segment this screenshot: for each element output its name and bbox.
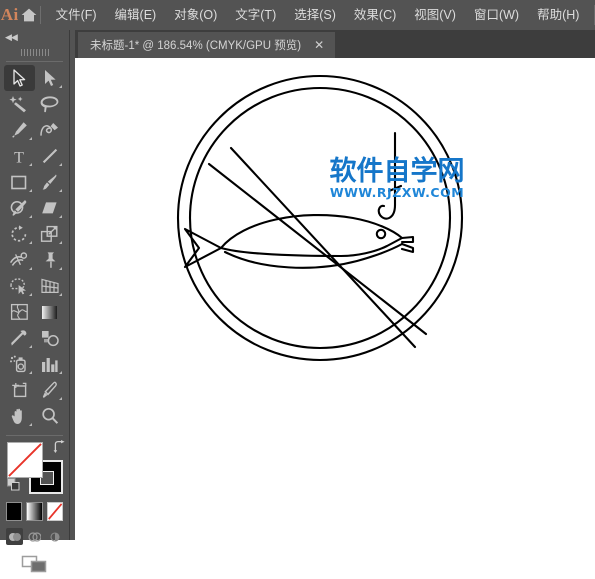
type-tool[interactable]: T (4, 143, 35, 169)
free-transform-tool[interactable] (35, 247, 66, 273)
rotate-tool[interactable] (4, 221, 35, 247)
screen-mode-row (6, 554, 63, 579)
collapse-panel-icon[interactable]: ◀◀ (5, 32, 18, 42)
tool-grid: T (0, 65, 69, 429)
gradient-tool[interactable] (35, 299, 66, 325)
gradient-mode-button[interactable] (26, 502, 43, 521)
pen-tool[interactable] (4, 117, 35, 143)
fill-stroke-stack (6, 440, 65, 496)
tool-options-corner (28, 241, 32, 244)
curvature-tool[interactable] (35, 117, 66, 143)
fill-swatch[interactable] (6, 442, 43, 478)
none-slash-icon (47, 503, 62, 520)
svg-text:T: T (14, 149, 24, 165)
panel-drag-handle[interactable] (0, 44, 69, 60)
tool-options-corner (59, 215, 62, 218)
direct-selection-tool[interactable] (35, 65, 66, 91)
tool-options-corner (28, 371, 32, 374)
width-tool[interactable] (4, 247, 35, 273)
illustrator-window: Ai 文件(F) 编辑(E) 对象(O) 文字(T) 选择(S) 效果(C) 视… (0, 0, 595, 573)
blend-tool[interactable] (35, 325, 66, 351)
artboard-canvas[interactable]: 软件自学网 WWW.RJZXW.COM (75, 58, 595, 540)
scale-tool[interactable] (35, 221, 66, 247)
tools-panel-header: ◀◀ (0, 30, 69, 44)
menu-item-list: 文件(F) 编辑(E) 对象(O) 文字(T) 选择(S) 效果(C) 视图(V… (47, 0, 589, 30)
lasso-tool[interactable] (35, 91, 66, 117)
tool-options-corner (28, 293, 32, 296)
menu-separator (39, 6, 41, 24)
menu-item-effect[interactable]: 效果(C) (345, 0, 405, 30)
tool-options-corner (28, 215, 32, 218)
no-fishing-artwork (176, 74, 464, 362)
line-segment-tool[interactable] (35, 143, 66, 169)
shaper-tool[interactable] (4, 195, 35, 221)
tool-options-corner (59, 241, 62, 244)
document-tab-label: 未标题-1* @ 186.54% (CMYK/GPU 预览) (90, 40, 302, 52)
tools-panel: ◀◀ T (0, 30, 70, 573)
tool-options-corner (28, 137, 32, 140)
tool-options-corner (59, 189, 62, 192)
eraser-tool[interactable] (35, 195, 66, 221)
panel-divider (6, 61, 63, 62)
menu-bar: Ai 文件(F) 编辑(E) 对象(O) 文字(T) 选择(S) 效果(C) 视… (0, 0, 595, 30)
tool-options-corner (28, 267, 32, 270)
mesh-tool[interactable] (4, 299, 35, 325)
magic-wand-tool[interactable] (4, 91, 35, 117)
none-mode-button[interactable] (46, 502, 63, 521)
paintbrush-tool[interactable] (35, 169, 66, 195)
menu-item-edit[interactable]: 编辑(E) (106, 0, 166, 30)
draw-normal-button[interactable] (6, 528, 23, 545)
tool-options-corner (59, 397, 62, 400)
zoom-tool[interactable] (35, 403, 66, 429)
panel-divider-2 (6, 435, 63, 436)
shape-builder-tool[interactable] (4, 273, 35, 299)
tool-options-corner (59, 371, 62, 374)
tool-options-corner (28, 345, 32, 348)
column-graph-tool[interactable] (35, 351, 66, 377)
close-icon[interactable]: ✕ (311, 37, 327, 53)
tool-options-corner (28, 189, 32, 192)
symbol-sprayer-tool[interactable] (4, 351, 35, 377)
menu-item-select[interactable]: 选择(S) (285, 0, 345, 30)
tool-options-corner (28, 163, 32, 166)
menu-item-type[interactable]: 文字(T) (226, 0, 285, 30)
hand-tool[interactable] (4, 403, 35, 429)
rectangle-tool[interactable] (4, 169, 35, 195)
tool-options-corner (59, 85, 62, 88)
color-controls (0, 440, 69, 579)
home-icon[interactable] (20, 0, 38, 30)
draw-mode-row (6, 528, 63, 545)
app-logo: Ai (0, 5, 19, 24)
tool-options-corner (59, 293, 62, 296)
tool-options-corner (59, 163, 62, 166)
swap-arrow-icon[interactable] (52, 440, 65, 458)
default-colors-icon[interactable] (6, 478, 20, 496)
screen-mode-button[interactable] (21, 554, 49, 579)
menu-item-object[interactable]: 对象(O) (165, 0, 226, 30)
menu-item-file[interactable]: 文件(F) (47, 0, 106, 30)
menu-item-window[interactable]: 窗口(W) (465, 0, 528, 30)
color-mode-button[interactable] (6, 502, 23, 521)
draw-inside-button[interactable] (46, 528, 63, 545)
paint-mode-row (6, 502, 63, 521)
menu-item-help[interactable]: 帮助(H) (528, 0, 588, 30)
artboard-tool[interactable] (4, 377, 35, 403)
selection-tool[interactable] (4, 65, 35, 91)
document-tab-bar: 未标题-1* @ 186.54% (CMYK/GPU 预览) ✕ (75, 30, 595, 58)
none-slash-icon (7, 443, 42, 477)
eyedropper-tool[interactable] (4, 325, 35, 351)
slice-tool[interactable] (35, 377, 66, 403)
draw-behind-button[interactable] (26, 528, 43, 545)
document-tab[interactable]: 未标题-1* @ 186.54% (CMYK/GPU 预览) ✕ (78, 32, 336, 58)
tool-options-corner (28, 423, 32, 426)
perspective-grid-tool[interactable] (35, 273, 66, 299)
tool-options-corner (59, 267, 62, 270)
menu-item-view[interactable]: 视图(V) (405, 0, 465, 30)
